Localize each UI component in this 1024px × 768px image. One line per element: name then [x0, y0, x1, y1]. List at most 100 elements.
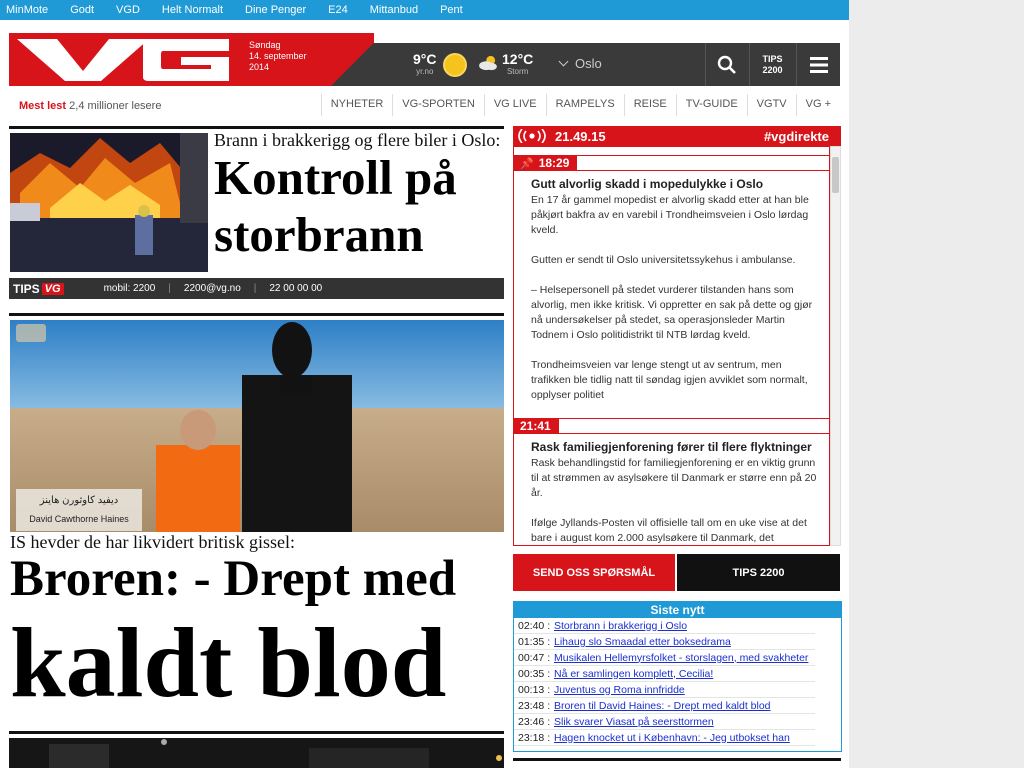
live-entry: 📌 18:29 Gutt alvorlig skadd i mopedulykk…	[514, 155, 829, 403]
news-time: 02:40 :	[518, 619, 551, 632]
temp-yr: 9°C	[413, 51, 437, 67]
story2-headline-line2[interactable]: kaldt blod	[10, 608, 446, 718]
topnav-link-mittanbud[interactable]: Mittanbud	[370, 4, 418, 16]
topnav-link-helt-normalt[interactable]: Helt Normalt	[162, 4, 223, 16]
story1-kicker[interactable]: Brann i brakkerigg og flere biler i Oslo…	[214, 130, 500, 151]
pin-icon: 📌	[520, 157, 534, 170]
latest-news-item: 23:18 : Hagen knocket ut i København: - J…	[514, 730, 815, 746]
news-link[interactable]: Musikalen Hellemyrsfolket - storslagen, …	[554, 652, 808, 664]
live-feed-scrollbar[interactable]	[830, 146, 841, 546]
send-question-button[interactable]: SEND OSS SPØRSMÅL	[513, 554, 675, 591]
news-link[interactable]: Slik svarer Viasat på seersttormen	[554, 716, 714, 728]
story3-photo-graphic	[9, 738, 504, 768]
latest-news-list: 02:40 : Storbrann i brakkerigg i Oslo 01:…	[514, 618, 841, 746]
city-name: Oslo	[575, 56, 602, 71]
weather-storm[interactable]: 12°C Storm	[502, 51, 533, 76]
topnav-link-minmote[interactable]: MinMote	[6, 4, 48, 16]
next-widget	[513, 758, 841, 768]
news-time: 00:47 :	[518, 651, 551, 664]
readers-count: 2,4 millioner lesere	[69, 100, 162, 112]
fire-photo[interactable]	[10, 133, 208, 272]
tips-mobile: mobil: 2200	[103, 283, 156, 294]
story3-photo[interactable]	[9, 738, 504, 768]
story1-headline[interactable]: Kontroll på storbrann	[214, 149, 504, 263]
city-selector[interactable]: Oslo	[558, 56, 602, 71]
live-entry: 21:41 Rask familiegjenforening fører til…	[514, 418, 829, 545]
vg-logo[interactable]	[9, 33, 241, 86]
section-bar: Mest lest 2,4 millioner lesere NYHETER V…	[9, 94, 840, 116]
menu-button[interactable]	[796, 43, 840, 86]
section-nav: NYHETER VG-SPORTEN VG LIVE RAMPELYS REIS…	[320, 94, 840, 116]
live-entry-title[interactable]: Rask familiegjenforening fører til flere…	[531, 440, 829, 454]
tips-separator: |	[253, 283, 257, 294]
tips-bar[interactable]: TIPS VG mobil: 2200 | 2200@vg.no | 22 00…	[9, 278, 504, 299]
story-divider	[9, 313, 504, 316]
live-entry-time-text: 18:29	[538, 156, 570, 170]
news-time: 23:18 :	[518, 731, 551, 744]
fire-photo-graphic	[10, 133, 208, 272]
story-divider	[9, 126, 504, 129]
tips-label: TIPS	[762, 53, 783, 64]
latest-news-item: 23:48 : Broren til David Haines: - Drept …	[514, 698, 815, 714]
tips-number: 2200	[762, 64, 783, 75]
tips-bar-label: TIPS	[13, 281, 40, 296]
caption-arabic: ديفيد كاوثورن هاينز	[39, 495, 119, 506]
scrollbar-thumb[interactable]	[832, 157, 839, 193]
latest-news-item: 00:35 : Nå er samlingen komplett, Cecilia…	[514, 666, 815, 682]
latest-news-item: 02:40 : Storbrann i brakkerigg i Oslo	[514, 618, 815, 634]
story1-headline-line2: storbrann	[214, 207, 424, 262]
live-entry-body: Rask behandlingstid for familiegjenforen…	[531, 457, 817, 544]
latest-news-box: Siste nytt 02:40 : Storbrann i brakkerigg…	[513, 601, 842, 752]
photo-caption: ديفيد كاوثورن هاينز David Cawthorne Hain…	[16, 489, 142, 531]
partly-cloudy-icon	[479, 55, 497, 71]
most-read[interactable]: Mest lest 2,4 millioner lesere	[19, 100, 161, 112]
topnav-link-pent[interactable]: Pent	[440, 4, 463, 16]
news-link[interactable]: Nå er samlingen komplett, Cecilia!	[554, 668, 713, 680]
news-link[interactable]: Lihaug slo Smaadal etter boksedrama	[554, 636, 731, 648]
tips-2200-button[interactable]: TIPS 2200	[677, 554, 840, 591]
latest-news-item: 00:13 : Juventus og Roma innfridde	[514, 682, 815, 698]
story2-headline-line1[interactable]: Broren: - Drept med	[10, 550, 456, 608]
section-reise[interactable]: REISE	[623, 94, 676, 116]
news-link[interactable]: Juventus og Roma innfridde	[554, 684, 685, 696]
section-tv-guide[interactable]: TV-GUIDE	[675, 94, 747, 116]
tips-button[interactable]: TIPS 2200	[749, 43, 795, 86]
tips-bar-brand: VG	[41, 282, 64, 295]
section-vg-live[interactable]: VG LIVE	[483, 94, 546, 116]
story-divider	[9, 731, 504, 734]
tips-separator: |	[168, 283, 171, 294]
chevron-down-icon	[558, 56, 569, 67]
tips-email: 2200@vg.no	[183, 283, 241, 294]
live-entry-header: 📌 18:29	[514, 155, 829, 171]
news-link[interactable]: Broren til David Haines: - Drept med kal…	[554, 700, 771, 712]
news-time: 00:35 :	[518, 667, 551, 680]
latest-news-item: 01:35 : Lihaug slo Smaadal etter boksedra…	[514, 634, 815, 650]
live-entry-time: 📌 18:29	[514, 155, 578, 171]
news-time: 23:48 :	[518, 699, 551, 712]
section-rampelys[interactable]: RAMPELYS	[545, 94, 624, 116]
most-read-label: Mest lest	[19, 100, 67, 112]
live-hashtag: #vgdirekte	[763, 128, 829, 144]
news-time: 01:35 :	[518, 635, 551, 648]
live-entry-body: En 17 år gammel mopedist er alvorlig ska…	[531, 194, 813, 401]
tips-phone: 22 00 00 00	[269, 283, 323, 294]
section-vg-sporten[interactable]: VG-SPORTEN	[392, 94, 484, 116]
weather-yr[interactable]: 9°C yr.no	[413, 51, 437, 76]
topnav-link-godt[interactable]: Godt	[70, 4, 94, 16]
section-vgtv[interactable]: VGTV	[746, 94, 796, 116]
section-nyheter[interactable]: NYHETER	[320, 94, 393, 116]
search-button[interactable]	[705, 43, 748, 86]
topnav-link-dine-penger[interactable]: Dine Penger	[245, 4, 306, 16]
section-vg-plus[interactable]: VG +	[795, 94, 840, 116]
source-storm: Storm	[506, 67, 529, 76]
topnav-link-vgd[interactable]: VGD	[116, 4, 140, 16]
live-header[interactable]: 21.49.15 #vgdirekte	[513, 126, 841, 146]
search-icon	[717, 55, 736, 74]
news-link[interactable]: Hagen knocket ut i København: - Jeg utbo…	[554, 732, 790, 744]
latest-news-item: 23:46 : Slik svarer Viasat på seersttorme…	[514, 714, 815, 730]
news-link[interactable]: Storbrann i brakkerigg i Oslo	[554, 620, 687, 632]
vg-logo-mark	[17, 39, 229, 81]
live-entry-title[interactable]: Gutt alvorlig skadd i mopedulykke i Oslo	[531, 177, 829, 191]
live-feed[interactable]: 📌 18:29 Gutt alvorlig skadd i mopedulykk…	[513, 146, 830, 546]
topnav-link-e24[interactable]: E24	[328, 4, 348, 16]
